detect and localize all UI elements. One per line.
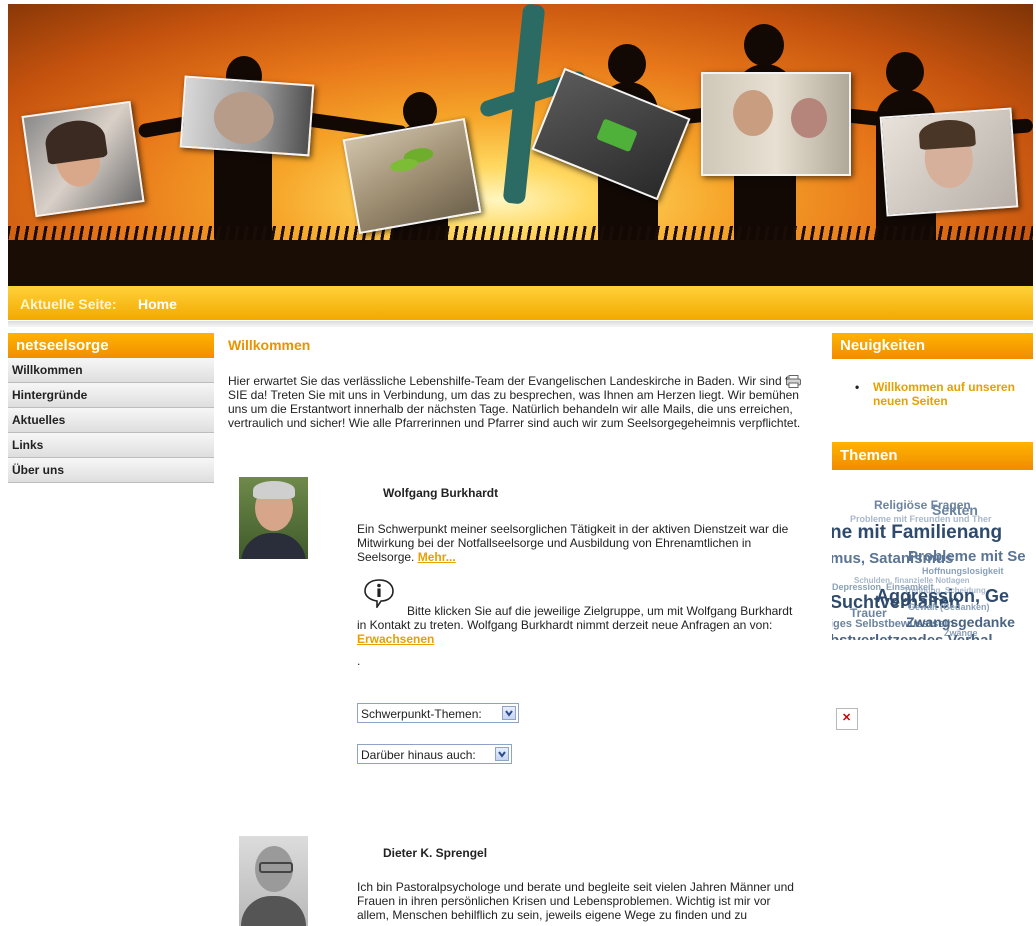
nav-title: netseelsorge xyxy=(8,333,214,359)
counselor-name: Wolfgang Burkhardt xyxy=(383,486,499,500)
tag-familienangehoerige[interactable]: ne mit Familienang xyxy=(832,522,1002,544)
header-photo-man-worried xyxy=(179,75,315,157)
sidebar-nav: Willkommen Hintergründe Aktuelles Links … xyxy=(8,358,214,483)
nav-item-aktuelles[interactable]: Aktuelles xyxy=(8,408,214,433)
intro-text: Hier erwartet Sie das verlässliche Leben… xyxy=(228,374,801,430)
page-title: Willkommen xyxy=(228,337,311,353)
header-divider xyxy=(8,321,1033,327)
counselor-bio: Ein Schwerpunkt meiner seelsorglichen Tä… xyxy=(357,522,789,564)
contact-link-erwachsenen[interactable]: Erwachsenen xyxy=(357,632,434,646)
tag-probleme-mit-se[interactable]: Probleme mit Se xyxy=(908,548,1026,565)
counselor-bio: Ich bin Pastoralpsychologe und berate un… xyxy=(357,880,794,922)
topics-tag-cloud: Religiöse Fragen Sekten Probleme mit Fre… xyxy=(832,470,1033,640)
tag-selbstverletzendes[interactable]: bstverletzendes Verhal xyxy=(832,632,993,640)
breadcrumb-label: Aktuelle Seite: xyxy=(20,296,117,312)
avatar-wolfgang-burkhardt xyxy=(239,477,308,559)
header-photo-seedling xyxy=(342,117,482,235)
more-link[interactable]: Mehr... xyxy=(418,550,456,564)
chevron-down-icon xyxy=(495,747,509,761)
tag-hoffnungslosigkeit[interactable]: Hoffnungslosigkeit xyxy=(922,566,1004,576)
nav-item-ueber-uns[interactable]: Über uns xyxy=(8,458,214,483)
breadcrumb-current[interactable]: Home xyxy=(138,296,177,312)
bullet-icon: • xyxy=(855,380,860,394)
contact-instructions: Bitte klicken Sie auf die jeweilige Ziel… xyxy=(357,604,793,646)
breadcrumb-bar: Aktuelle Seite: Home xyxy=(8,286,1033,320)
header-photo-couple xyxy=(701,72,851,176)
header-banner: Aktuelle Seite: Home xyxy=(8,4,1033,320)
schwerpunkt-select[interactable]: Schwerpunkt-Themen: xyxy=(357,703,519,723)
chevron-down-icon xyxy=(502,706,516,720)
avatar-dieter-sprengel xyxy=(239,836,308,926)
nav-item-hintergruende[interactable]: Hintergründe xyxy=(8,383,214,408)
nav-item-willkommen[interactable]: Willkommen xyxy=(8,358,214,383)
nav-item-links[interactable]: Links xyxy=(8,433,214,458)
broken-image-icon: ✕ xyxy=(836,708,858,730)
topics-title: Themen xyxy=(832,442,1033,470)
news-title: Neuigkeiten xyxy=(832,333,1033,359)
news-item-link[interactable]: Willkommen auf unseren neuen Seiten xyxy=(873,380,1033,408)
header-photo-girl xyxy=(21,100,145,218)
counselor-name: Dieter K. Sprengel xyxy=(383,846,488,860)
darueber-hinaus-select[interactable]: Darüber hinaus auch: xyxy=(357,744,512,764)
tag-gewalt[interactable]: Gewalt (Gedanken) xyxy=(908,602,990,612)
ground-silhouette xyxy=(8,240,1033,286)
trailing-dot: . xyxy=(357,654,361,668)
header-photo-keyboard xyxy=(531,67,691,201)
header-photo-young-man xyxy=(879,107,1019,217)
print-icon[interactable] xyxy=(786,375,801,388)
